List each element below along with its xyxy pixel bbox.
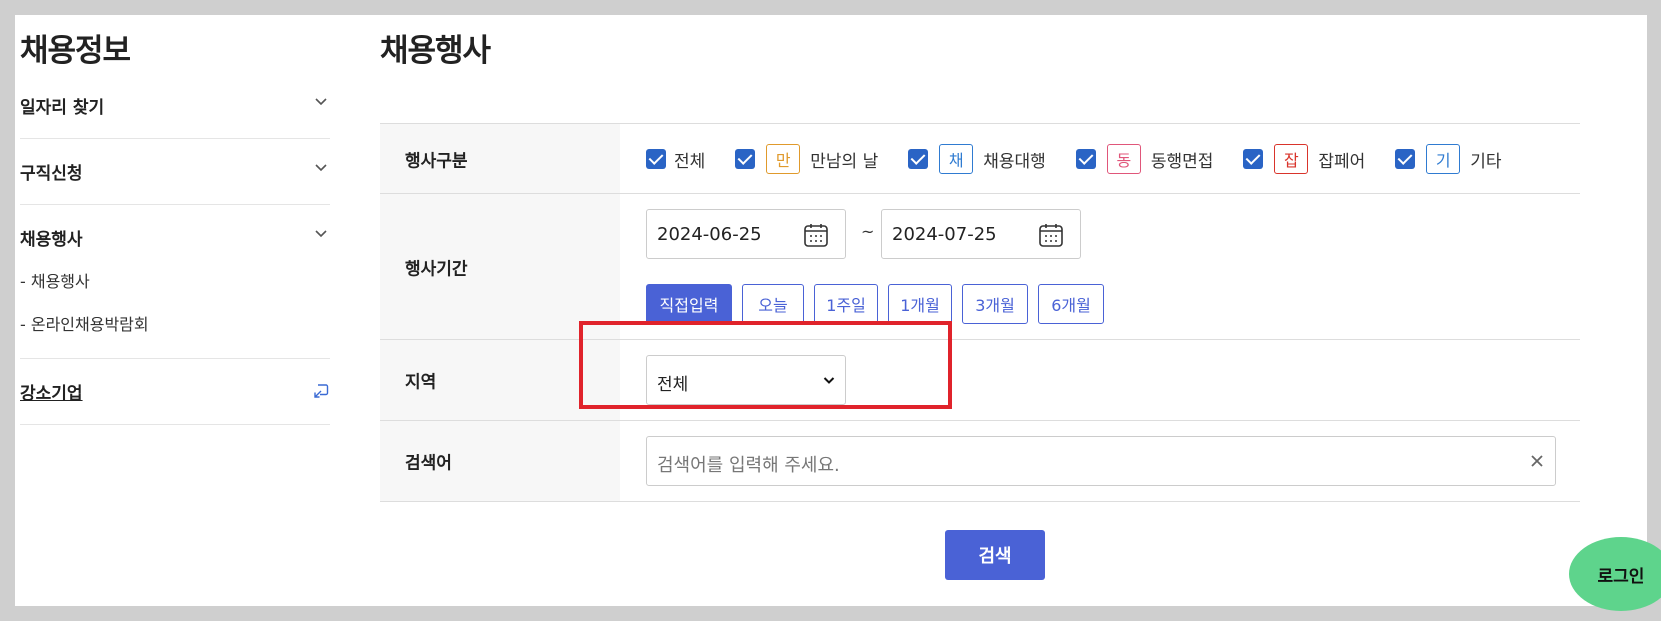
end-date-field[interactable]: 2024-07-25 [881,209,1081,259]
calendar-icon[interactable] [803,222,829,248]
event-type-label: 행사구분 [405,151,468,171]
checkbox-checked-icon[interactable] [735,149,756,169]
tag-badge: 동 [1106,144,1141,174]
period-preset-1week[interactable]: 1주일 [814,284,878,324]
keyword-row: 검색어 검색어를 입력해 주세요. [380,421,1580,502]
checkbox-checked-icon[interactable] [1395,149,1416,169]
region-label: 지역 [405,372,437,393]
clear-icon[interactable] [1529,453,1545,469]
main-content: 채용행사 행사구분 전체 만 만남의 날 채 채용대행 동 동행면접 잡 잡페어… [380,25,1580,580]
search-input[interactable]: 검색어를 입력해 주세요. [646,436,1556,486]
chevron-down-icon [315,164,327,172]
period-preset-3months[interactable]: 3개월 [962,284,1028,324]
sidebar-item-recruit-events[interactable]: 채용행사 - 채용행사 - 온라인채용박람회 [20,205,330,359]
checkbox-recruit-agency[interactable]: 채 채용대행 [908,144,1046,174]
checkbox-job-fair[interactable]: 잡 잡페어 [1243,144,1365,174]
event-type-row: 행사구분 전체 만 만남의 날 채 채용대행 동 동행면접 잡 잡페어 기 기타 [380,124,1580,194]
sidebar-item-label: 일자리 찾기 [20,98,105,118]
sidebar-subitem-recruit-events[interactable]: - 채용행사 [20,268,90,292]
sidebar-item-label: 구직신청 [20,164,83,184]
search-form: 행사구분 전체 만 만남의 날 채 채용대행 동 동행면접 잡 잡페어 기 기타… [380,123,1580,502]
period-row: 행사기간 2024-06-25 ~ 2024-07-25 직접입력 오늘 1주일… [380,194,1580,340]
calendar-icon[interactable] [1038,222,1064,248]
period-preset-6months[interactable]: 6개월 [1038,284,1104,324]
start-date-value: 2024-06-25 [657,224,762,245]
search-button[interactable]: 검색 [945,530,1045,580]
checkbox-label: 채용대행 [983,151,1046,172]
external-link-icon[interactable] [312,382,330,400]
period-preset-manual[interactable]: 직접입력 [646,284,732,324]
start-date-field[interactable]: 2024-06-25 [646,209,846,259]
tag-badge: 기 [1426,144,1461,174]
region-row: 지역 전체 [380,340,1580,421]
end-date-value: 2024-07-25 [892,224,997,245]
sidebar-item-label: 채용행사 [20,230,83,250]
sidebar-item-small-giants[interactable]: 강소기업 [20,359,330,425]
chevron-down-icon [315,230,327,238]
sidebar-title: 채용정보 [20,33,131,69]
checkbox-label: 만남의 날 [810,151,879,172]
sidebar-subitem-online-job-fair[interactable]: - 온라인채용박람회 [20,311,149,335]
chevron-down-icon [315,98,327,106]
highlight-box [579,321,952,409]
checkbox-other[interactable]: 기 기타 [1395,144,1502,174]
tag-badge: 채 [939,144,974,174]
period-label: 행사기간 [405,259,468,279]
checkbox-label: 잡페어 [1318,151,1366,172]
event-type-options: 전체 만 만남의 날 채 채용대행 동 동행면접 잡 잡페어 기 기타 [646,144,1532,174]
sidebar-item-label[interactable]: 강소기업 [20,379,83,404]
checkbox-checked-icon[interactable] [1243,149,1264,169]
checkbox-checked-icon[interactable] [646,149,666,169]
sidebar: 채용정보 일자리 찾기 구직신청 채용행사 - 채용행사 - 온라인채용박람회 … [20,25,330,425]
sidebar-item-job-search[interactable]: 일자리 찾기 [20,73,330,139]
search-placeholder: 검색어를 입력해 주세요. [657,455,840,476]
tag-badge: 잡 [1274,144,1309,174]
period-preset-today[interactable]: 오늘 [742,284,804,324]
checkbox-label: 기타 [1470,151,1502,172]
tag-badge: 만 [766,144,801,174]
page-title: 채용행사 [380,33,491,69]
page: 채용정보 일자리 찾기 구직신청 채용행사 - 채용행사 - 온라인채용박람회 … [15,15,1647,606]
checkbox-label: 동행면접 [1150,151,1214,172]
checkbox-accompany-interview[interactable]: 동 동행면접 [1075,144,1214,174]
checkbox-all[interactable]: 전체 [646,147,705,172]
keyword-label: 검색어 [405,453,452,474]
checkbox-meeting-day[interactable]: 만 만남의 날 [735,144,878,174]
date-range-separator: ~ [861,222,875,241]
checkbox-label: 전체 [674,151,706,172]
sidebar-item-job-application[interactable]: 구직신청 [20,139,330,205]
period-preset-1month[interactable]: 1개월 [888,284,952,324]
checkbox-checked-icon[interactable] [908,149,929,169]
checkbox-checked-icon[interactable] [1075,149,1096,169]
